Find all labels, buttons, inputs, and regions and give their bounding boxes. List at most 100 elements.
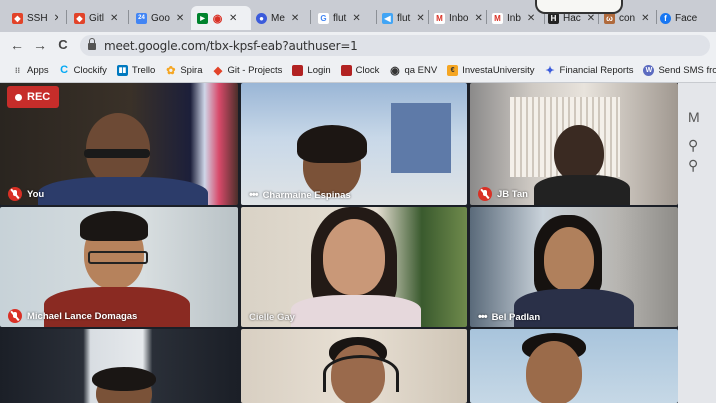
bookmark-investa[interactable]: € InvestaUniversity	[447, 64, 535, 76]
gitlab-icon: ◆	[12, 12, 23, 24]
tab-label: con	[619, 12, 636, 24]
video-tile-charmaine[interactable]: ••• Charmaine Espinas	[241, 83, 467, 205]
close-icon[interactable]: ✕	[527, 13, 535, 24]
participant-name-label: You	[8, 187, 44, 201]
tab-6[interactable]: ◀ flut ✕	[382, 6, 426, 30]
close-icon[interactable]: ✕	[587, 13, 595, 24]
participant-name-label: Michael Lance Domagas	[8, 309, 137, 323]
clock-icon	[340, 64, 352, 76]
close-icon[interactable]: ✕	[416, 13, 424, 24]
participant-name-label: Cielle Gay	[249, 312, 295, 323]
tab-separator	[486, 10, 487, 24]
mic-off-icon	[8, 309, 22, 323]
participant-hair	[80, 211, 148, 241]
tab-label: flut	[333, 12, 347, 24]
more-options-icon[interactable]: •••	[249, 189, 259, 201]
wordpress-icon: W	[643, 64, 655, 76]
video-tile-michael[interactable]: Michael Lance Domagas	[0, 207, 238, 327]
tab-5[interactable]: G flut ✕	[318, 6, 374, 30]
spira-icon: ✿	[166, 64, 176, 77]
browser-toolbar: ← → C meet.google.com/tbx-kpsf-eab?authu…	[0, 32, 716, 58]
investa-icon: €	[447, 64, 459, 76]
tab-separator	[376, 10, 377, 24]
close-icon[interactable]: ✕	[176, 13, 184, 24]
close-icon[interactable]: ✕	[641, 13, 649, 24]
tab-2[interactable]: 24 Goo ✕	[136, 6, 186, 30]
flutter-icon: ◀	[382, 12, 393, 24]
video-tile-bel-padlan[interactable]: ••• Bel Padlan	[470, 207, 678, 327]
meet-stage: REC You ••• Charmaine Espinas JB Tan Mic…	[0, 83, 716, 403]
url-text[interactable]: meet.google.com/tbx-kpsf-eab?authuser=1	[104, 39, 358, 53]
bookmarks-bar: ⁝⁝ Apps C Clockify ▮▮ Trello ✿ Spira ◆ G…	[0, 58, 716, 83]
mic-off-icon	[8, 187, 22, 201]
participant-head	[526, 341, 582, 403]
tab-label: Inbo	[449, 12, 469, 24]
bookmark-label: InvestaUniversity	[462, 64, 535, 76]
lock-icon[interactable]	[88, 37, 96, 50]
close-icon[interactable]: ✕	[352, 13, 360, 24]
bookmark-label: Send SMS from Out...	[658, 64, 716, 76]
tab-label: Hac	[563, 12, 581, 24]
bookmark-label: Clock	[355, 64, 380, 76]
bookmark-clock[interactable]: Clock	[340, 64, 380, 76]
tab-label: flut	[397, 12, 411, 24]
forward-arrow-icon[interactable]: →	[31, 36, 49, 54]
address-bar[interactable]: meet.google.com/tbx-kpsf-eab?authuser=1	[80, 35, 710, 56]
tab-label: Gitl	[89, 12, 104, 24]
video-tile-cielle[interactable]: Cielle Gay	[241, 207, 467, 327]
video-tile-row3-left[interactable]	[0, 329, 238, 403]
recording-icon: ◉	[212, 12, 223, 25]
tab-8[interactable]: M Inb ✕	[492, 6, 542, 30]
wall-art	[391, 103, 451, 173]
search-icon[interactable]: ⚲	[688, 157, 698, 174]
tab-separator	[128, 10, 129, 24]
tab-0[interactable]: ◆ SSH ✕	[12, 6, 58, 30]
gitlab-icon: ◆	[74, 12, 85, 24]
close-icon[interactable]: ✕	[229, 13, 237, 24]
bookmark-label: Login	[307, 64, 331, 76]
participant-head	[554, 125, 604, 181]
bookmark-label: Spira	[180, 64, 203, 76]
meet-icon: ▶	[197, 12, 208, 24]
participant-name-label: JB Tan	[478, 187, 528, 201]
bookmark-login[interactable]: Login	[292, 64, 331, 76]
bookmark-financial-reports[interactable]: ✦ Financial Reports	[545, 65, 633, 77]
bookmark-qa-env[interactable]: ◉ qa ENV	[389, 64, 438, 77]
bookmark-label: Clockify	[73, 64, 107, 76]
participant-name-label: ••• Charmaine Espinas	[249, 189, 351, 201]
gitlab-icon: ◆	[213, 64, 223, 77]
tab-7[interactable]: M Inbo ✕	[434, 6, 484, 30]
bookmark-label: qa ENV	[404, 64, 438, 76]
bookmark-clockify[interactable]: C Clockify	[59, 64, 107, 76]
video-tile-row3-right[interactable]	[470, 329, 678, 403]
google-icon: G	[318, 12, 329, 24]
tab-4[interactable]: ● Me ✕	[256, 6, 306, 30]
tab-1[interactable]: ◆ Gitl ✕	[74, 6, 124, 30]
more-options-icon[interactable]: •••	[478, 311, 488, 323]
window-controls[interactable]	[535, 0, 623, 14]
close-icon[interactable]: ✕	[474, 13, 482, 24]
bookmark-apps[interactable]: ⁝⁝ Apps	[12, 65, 49, 76]
bookmark-git-projects[interactable]: ◆ Git - Projects	[213, 64, 283, 77]
bookmark-spira[interactable]: ✿ Spira	[165, 64, 203, 77]
gmail-icon[interactable]: M	[688, 109, 700, 125]
participant-hair	[92, 367, 156, 391]
bookmark-send-sms[interactable]: W Send SMS from Out...	[643, 64, 716, 76]
tab-3[interactable]: ▶ ◉ ✕	[191, 6, 251, 30]
glasses-shape	[88, 251, 148, 264]
back-arrow-icon[interactable]: ←	[8, 36, 26, 54]
tab-11[interactable]: f Face	[660, 6, 716, 30]
calendar-icon: 24	[136, 12, 147, 24]
mic-off-icon	[478, 187, 492, 201]
close-icon[interactable]: ✕	[291, 13, 299, 24]
video-tile-row3-center[interactable]	[241, 329, 467, 403]
close-icon[interactable]: ✕	[54, 13, 58, 24]
close-icon[interactable]: ✕	[110, 13, 118, 24]
bookmark-label: Apps	[27, 64, 49, 76]
search-icon[interactable]: ⚲	[688, 137, 698, 154]
bookmark-trello[interactable]: ▮▮ Trello	[116, 64, 155, 76]
video-tile-jb-tan[interactable]: JB Tan	[470, 83, 678, 205]
recording-indicator: REC	[7, 86, 59, 108]
trello-icon: ▮▮	[116, 64, 128, 76]
reload-icon[interactable]: C	[54, 36, 72, 54]
